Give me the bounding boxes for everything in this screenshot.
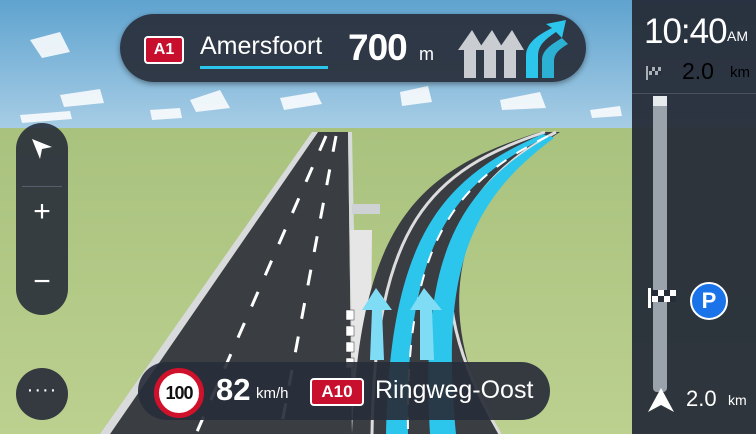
current-street-name: Ringweg-Oost [375,376,534,404]
distance-unit: km [728,392,747,408]
distance-unit: km [730,64,750,81]
checkered-flag-icon [648,288,676,308]
instruction-bar[interactable]: A1 Amersfoort 700 m [120,14,586,82]
zoom-in-button[interactable]: + [16,183,68,241]
next-street-name: Amersfoort [200,32,323,60]
checkered-flag-icon [646,66,661,80]
distance-to-turn: 700 [348,27,408,68]
arrival-time: 10:40 [644,12,728,51]
road-number-shield: A1 [144,36,184,64]
speed-and-street-bar: 100 82 km/h A10 Ringweg-Oost [138,362,550,420]
compass-arrow-icon[interactable] [30,137,54,161]
zoom-out-button[interactable]: − [16,253,68,311]
distance-to-next-stop: 2.0 [686,386,717,411]
street-underline [200,66,328,69]
more-menu-icon[interactable]: ···· [16,368,68,420]
zoom-controls: + − [16,123,68,315]
lane-guidance-icon [458,20,568,78]
route-progress-cap [653,96,667,106]
route-bar-panel[interactable]: 10:40 AM 2.0 km P 2.0 km [632,0,756,434]
distance-to-destination: 2.0 [682,58,714,84]
parking-icon[interactable]: P [690,282,728,320]
speed-limit-sign: 100 [154,368,204,418]
distance-unit: m [419,44,434,64]
route-progress-track [653,96,667,392]
arrival-ampm: AM [727,28,748,44]
current-speed: 82 [216,372,251,407]
speed-unit: km/h [256,385,289,402]
divider [632,93,756,94]
current-road-shield: A10 [310,378,364,406]
current-position-arrow-icon [648,388,674,412]
navigation-screen: A1 Amersfoort 700 m 10:40 AM 2.0 km P 2.… [0,0,756,434]
